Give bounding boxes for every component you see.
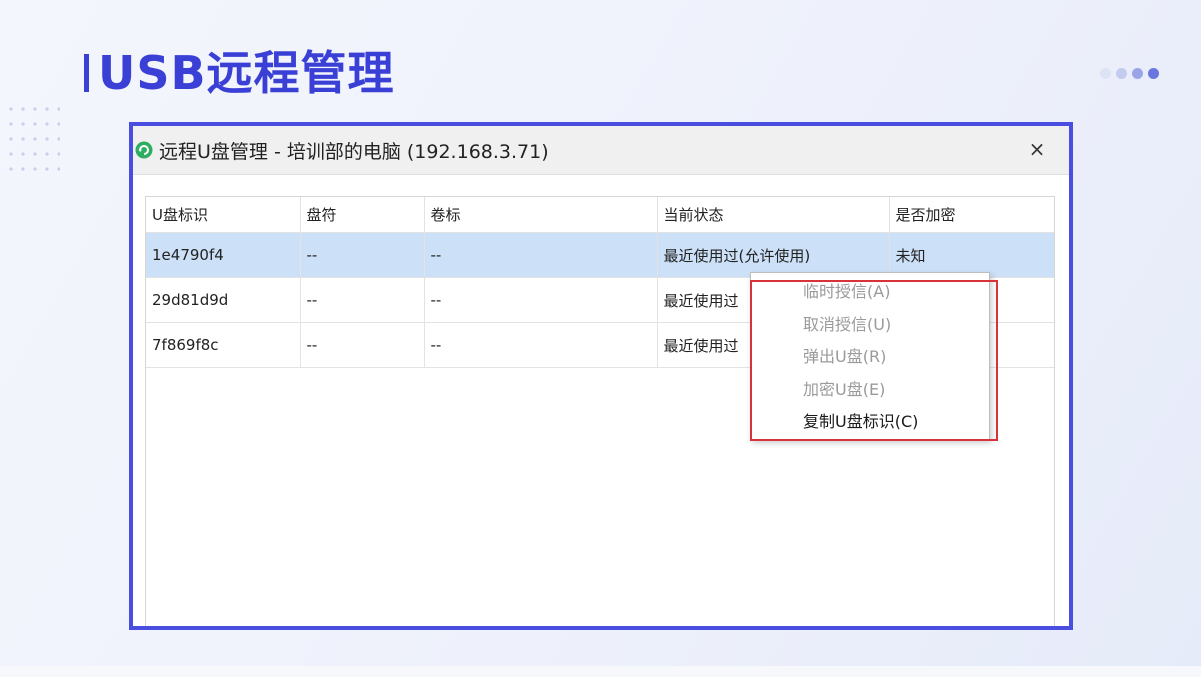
column-header-status[interactable]: 当前状态 <box>657 197 890 233</box>
column-header-encrypted[interactable]: 是否加密 <box>889 197 1054 233</box>
cell-drive: -- <box>300 322 425 368</box>
dot <box>1116 68 1127 79</box>
cell-drive: -- <box>300 277 425 323</box>
refresh-circle-icon <box>135 141 153 159</box>
cell-id: 1e4790f4 <box>146 232 301 278</box>
decorative-dot-grid <box>9 107 60 171</box>
cell-volume: -- <box>424 322 658 368</box>
table-row[interactable]: 1e4790f4 -- -- 最近使用过(允许使用) 未知 <box>146 232 1054 278</box>
cell-status: 最近使用过(允许使用) <box>657 232 890 278</box>
dot <box>1148 68 1159 79</box>
column-header-volume[interactable]: 卷标 <box>424 197 658 233</box>
close-button[interactable]: × <box>1023 135 1051 163</box>
decorative-dots <box>1100 68 1159 79</box>
cell-volume: -- <box>424 232 658 278</box>
dot <box>1100 68 1111 79</box>
dot <box>1132 68 1143 79</box>
window-titlebar[interactable]: 远程U盘管理 - 培训部的电脑 (192.168.3.71) × <box>133 126 1069 175</box>
cell-encrypted: 未知 <box>889 232 1054 278</box>
cell-id: 29d81d9d <box>146 277 301 323</box>
highlight-frame <box>750 280 998 441</box>
cell-volume: -- <box>424 277 658 323</box>
column-header-drive[interactable]: 盘符 <box>300 197 425 233</box>
slide-title: USB远程管理 <box>98 46 395 100</box>
column-header-id[interactable]: U盘标识 <box>146 197 301 233</box>
window-title: 远程U盘管理 - 培训部的电脑 (192.168.3.71) <box>159 140 549 163</box>
table-header-row: U盘标识 盘符 卷标 当前状态 是否加密 <box>146 197 1054 233</box>
title-accent-bar <box>84 54 89 92</box>
cell-id: 7f869f8c <box>146 322 301 368</box>
bottom-strip <box>0 666 1201 677</box>
cell-drive: -- <box>300 232 425 278</box>
